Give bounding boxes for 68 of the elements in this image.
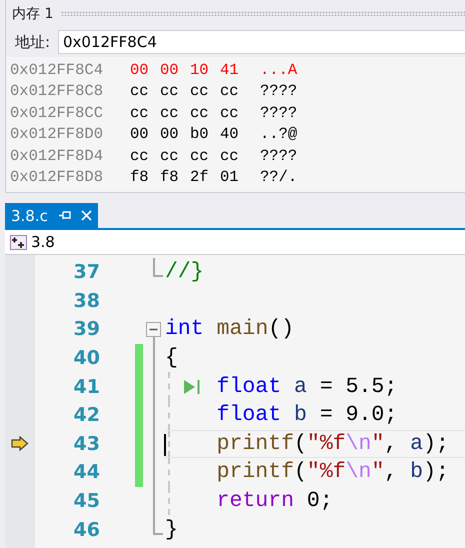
memory-byte: 00 xyxy=(160,125,180,144)
code-line: int main() xyxy=(165,316,296,344)
memory-byte: cc xyxy=(190,82,210,100)
code-line: { xyxy=(165,345,179,372)
code-line: //} xyxy=(165,259,205,286)
memory-ascii: ???? xyxy=(260,146,298,165)
line-number: 39 xyxy=(72,318,100,340)
memory-byte: 41 xyxy=(220,60,240,79)
memory-byte: cc xyxy=(160,82,180,100)
memory-address: 0x012FF8D0 xyxy=(9,125,104,144)
memory-byte: 40 xyxy=(220,125,240,144)
file-tab[interactable]: 3.8.c xyxy=(5,203,98,228)
memory-address: 0x012FF8D4 xyxy=(9,146,104,165)
memory-byte: cc xyxy=(220,82,240,100)
code-line: printf("%f\n", b); xyxy=(165,458,465,487)
fold-end-bracket xyxy=(153,515,163,534)
memory-byte: 00 xyxy=(130,125,150,144)
memory-byte: cc xyxy=(130,146,150,165)
code-line: return 0; xyxy=(165,486,465,516)
memory-byte: cc xyxy=(190,104,210,122)
memory-byte: cc xyxy=(130,104,150,122)
code-line: printf("%f\n", a); xyxy=(165,430,465,458)
memory-ascii: ???? xyxy=(260,82,298,100)
memory-byte: f8 xyxy=(130,168,150,186)
memory-address: 0x012FF8CC xyxy=(9,104,104,122)
text-caret xyxy=(164,434,166,456)
memory-byte: b0 xyxy=(190,125,210,144)
memory-byte: 01 xyxy=(220,168,240,186)
line-number: 37 xyxy=(72,261,100,284)
memory-byte: cc xyxy=(220,146,240,165)
line-number: 41 xyxy=(72,376,100,398)
fold-end-bracket xyxy=(153,258,163,278)
line-number: 43 xyxy=(72,432,100,455)
line-number: 44 xyxy=(72,461,100,484)
memory-byte: cc xyxy=(220,104,240,122)
address-label: 地址: xyxy=(14,32,52,52)
memory-address: 0x012FF8C8 xyxy=(9,82,104,100)
memory-byte: cc xyxy=(160,104,180,122)
collapse-icon[interactable] xyxy=(146,322,161,338)
address-field[interactable]: 0x012FF8C4 xyxy=(58,30,465,54)
play-icon[interactable] xyxy=(183,379,201,396)
memory-address: 0x012FF8C4 xyxy=(9,60,104,79)
code-line: float a = 5.5; xyxy=(165,372,465,401)
scope-icon xyxy=(10,234,27,250)
memory-byte: 2f xyxy=(190,168,210,186)
line-number: 38 xyxy=(72,290,100,312)
memory-byte: cc xyxy=(190,146,210,165)
line-number: 45 xyxy=(72,490,100,512)
pin-icon[interactable] xyxy=(58,210,71,221)
memory-ascii: ??/. xyxy=(260,168,298,186)
close-icon[interactable] xyxy=(80,210,92,221)
memory-ascii: ..?@ xyxy=(260,125,298,144)
memory-ascii: ...A xyxy=(260,60,298,79)
memory-byte: cc xyxy=(160,146,180,165)
scope-name[interactable]: 3.8 xyxy=(31,233,55,251)
memory-address: 0x012FF8D8 xyxy=(9,168,104,186)
panel-title: 内存 1 xyxy=(12,4,54,22)
memory-byte: 00 xyxy=(160,60,180,79)
code-line: float b = 9.0; xyxy=(165,400,465,430)
memory-byte: 10 xyxy=(190,60,210,79)
line-number: 46 xyxy=(72,518,100,541)
code-line: } xyxy=(165,516,179,544)
memory-byte: cc xyxy=(130,82,150,100)
memory-ascii: ???? xyxy=(260,104,298,122)
memory-byte: f8 xyxy=(160,168,180,186)
line-number: 42 xyxy=(72,404,100,426)
line-number: 40 xyxy=(72,347,100,370)
memory-byte: 00 xyxy=(130,60,150,79)
